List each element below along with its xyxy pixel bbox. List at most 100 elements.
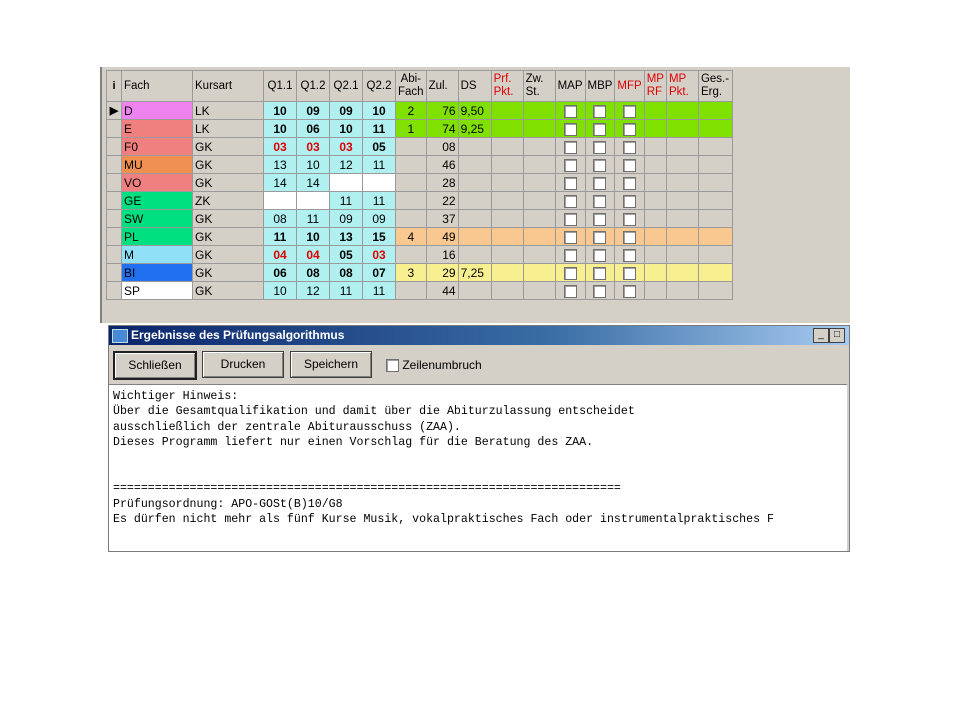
map-cell[interactable]	[554, 155, 586, 174]
prf-pkt-cell[interactable]	[490, 173, 524, 192]
zw-st-cell[interactable]	[522, 173, 556, 192]
ges-erg-cell[interactable]	[697, 119, 733, 138]
mfp-checkbox[interactable]	[623, 194, 637, 208]
grade-cell[interactable]: 04	[296, 245, 330, 264]
row-indicator[interactable]	[106, 263, 122, 282]
grade-cell[interactable]: 03	[263, 137, 297, 156]
mp-rf-cell[interactable]	[643, 119, 667, 138]
kursart-cell[interactable]: GK	[192, 281, 264, 300]
grade-cell[interactable]: 03	[362, 245, 396, 264]
zul-cell[interactable]: 37	[425, 209, 459, 228]
map-cell[interactable]	[554, 101, 586, 120]
grade-cell[interactable]: 11	[329, 191, 363, 210]
mfp-cell[interactable]	[614, 245, 645, 264]
map-cell[interactable]	[554, 119, 586, 138]
maximize-button[interactable]: □	[829, 328, 845, 343]
zw-st-cell[interactable]	[522, 209, 556, 228]
grade-cell[interactable]: 09	[296, 101, 330, 120]
zw-st-cell[interactable]	[522, 245, 556, 264]
prf-pkt-cell[interactable]	[490, 101, 524, 120]
grade-cell[interactable]: 09	[329, 101, 363, 120]
mp-pkt-cell[interactable]	[665, 191, 699, 210]
zw-st-cell[interactable]	[522, 119, 556, 138]
grade-cell[interactable]: 10	[362, 101, 396, 120]
mbp-cell[interactable]	[584, 173, 616, 192]
grade-cell[interactable]: 06	[296, 119, 330, 138]
line-wrap-checkbox[interactable]	[386, 359, 399, 373]
col-q21[interactable]: Q2.1	[329, 70, 363, 102]
ges-erg-cell[interactable]	[697, 209, 733, 228]
zul-cell[interactable]: 49	[425, 227, 459, 246]
mp-rf-cell[interactable]	[643, 281, 667, 300]
map-checkbox[interactable]	[563, 104, 577, 118]
zul-cell[interactable]: 22	[425, 191, 459, 210]
col-ges-erg[interactable]: Ges.- Erg.	[697, 70, 733, 102]
ges-erg-cell[interactable]	[697, 245, 733, 264]
info-header[interactable]: i	[106, 70, 122, 102]
col-abifach[interactable]: Abi- Fach	[395, 70, 427, 102]
grade-cell[interactable]: 03	[296, 137, 330, 156]
mfp-checkbox[interactable]	[623, 104, 637, 118]
mfp-cell[interactable]	[614, 209, 645, 228]
map-checkbox[interactable]	[563, 194, 577, 208]
mp-rf-cell[interactable]	[643, 245, 667, 264]
grade-cell[interactable]: 12	[329, 155, 363, 174]
row-indicator[interactable]	[106, 209, 122, 228]
grade-cell[interactable]: 09	[362, 209, 396, 228]
row-indicator[interactable]	[106, 119, 122, 138]
map-checkbox[interactable]	[563, 212, 577, 226]
prf-pkt-cell[interactable]	[490, 227, 524, 246]
prf-pkt-cell[interactable]	[490, 245, 524, 264]
mbp-cell[interactable]	[584, 101, 616, 120]
row-indicator[interactable]	[106, 173, 122, 192]
mfp-cell[interactable]	[614, 155, 645, 174]
ges-erg-cell[interactable]	[697, 281, 733, 300]
mbp-checkbox[interactable]	[593, 194, 607, 208]
grade-cell[interactable]	[263, 191, 297, 210]
map-cell[interactable]	[554, 137, 586, 156]
abifach-cell[interactable]: 1	[395, 119, 427, 138]
col-map[interactable]: MAP	[554, 70, 586, 102]
col-mbp[interactable]: MBP	[584, 70, 616, 102]
col-ds[interactable]: DS	[457, 70, 492, 102]
col-fach[interactable]: Fach	[121, 70, 193, 102]
mfp-checkbox[interactable]	[623, 266, 637, 280]
mbp-checkbox[interactable]	[593, 266, 607, 280]
grade-cell[interactable]: 13	[329, 227, 363, 246]
ges-erg-cell[interactable]	[697, 263, 733, 282]
map-checkbox[interactable]	[563, 266, 577, 280]
map-cell[interactable]	[554, 227, 586, 246]
kursart-cell[interactable]: GK	[192, 137, 264, 156]
map-cell[interactable]	[554, 263, 586, 282]
mp-pkt-cell[interactable]	[665, 101, 699, 120]
map-cell[interactable]	[554, 173, 586, 192]
grade-cell[interactable]: 08	[329, 263, 363, 282]
prf-pkt-cell[interactable]	[490, 191, 524, 210]
map-checkbox[interactable]	[563, 158, 577, 172]
mbp-checkbox[interactable]	[593, 122, 607, 136]
col-q22[interactable]: Q2.2	[362, 70, 396, 102]
grade-cell[interactable]: 12	[296, 281, 330, 300]
grade-cell[interactable]	[296, 191, 330, 210]
grade-cell[interactable]: 10	[263, 119, 297, 138]
ges-erg-cell[interactable]	[697, 227, 733, 246]
fach-cell[interactable]: BI	[121, 263, 193, 282]
map-checkbox[interactable]	[563, 176, 577, 190]
row-indicator[interactable]	[106, 281, 122, 300]
grade-cell[interactable]: 14	[296, 173, 330, 192]
fach-cell[interactable]: E	[121, 119, 193, 138]
mbp-checkbox[interactable]	[593, 104, 607, 118]
results-text-area[interactable]: Wichtiger Hinweis: Über die Gesamtqualif…	[109, 384, 847, 551]
mbp-cell[interactable]	[584, 119, 616, 138]
col-mp-rf[interactable]: MP RF	[643, 70, 667, 102]
zul-cell[interactable]: 16	[425, 245, 459, 264]
zw-st-cell[interactable]	[522, 137, 556, 156]
ds-cell[interactable]	[457, 227, 492, 246]
mp-rf-cell[interactable]	[643, 101, 667, 120]
mfp-cell[interactable]	[614, 137, 645, 156]
grade-row[interactable]: ▶ D LK 10 09 09 10 2 76 9,50	[106, 101, 733, 120]
grade-row[interactable]: MU GK 13 10 12 11 46	[106, 155, 733, 174]
col-zul[interactable]: Zul.	[425, 70, 459, 102]
mfp-checkbox[interactable]	[623, 284, 637, 298]
kursart-cell[interactable]: ZK	[192, 191, 264, 210]
